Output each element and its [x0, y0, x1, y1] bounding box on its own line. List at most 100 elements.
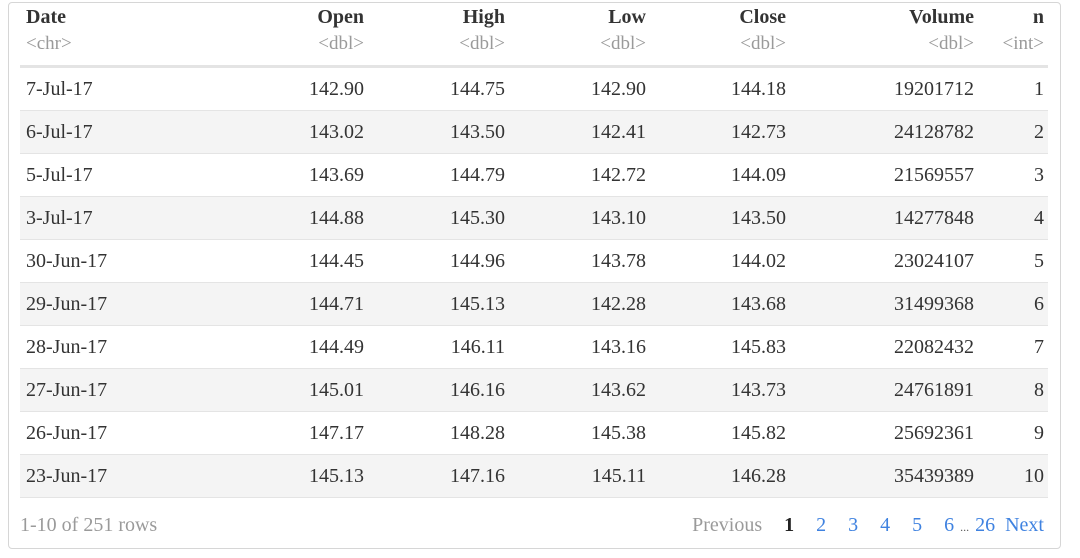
cell-low: 143.10 [513, 196, 654, 240]
page-2-button[interactable]: 2 [816, 514, 826, 537]
page-6-button[interactable]: 6 [944, 514, 954, 537]
cell-date: 26-Jun-17 [20, 411, 230, 455]
table-row: 3-Jul-17 144.88 145.30 143.10 143.50 14277848… [20, 196, 1048, 240]
cell-volume: 24761891 [794, 368, 982, 412]
cell-volume: 35439389 [794, 454, 982, 498]
table-row: 27-Jun-17 145.01 146.16 143.62 143.73 2476189… [20, 368, 1048, 412]
column-header-open: Open <dbl> [230, 6, 372, 67]
column-header-date: Date <chr> [20, 6, 230, 67]
cell-n: 8 [982, 368, 1048, 412]
cell-open: 144.45 [230, 239, 372, 283]
cell-open: 144.49 [230, 325, 372, 369]
cell-low: 143.78 [513, 239, 654, 283]
table-row: 28-Jun-17 144.49 146.11 143.16 145.83 2208243… [20, 325, 1048, 369]
column-header-close: Close <dbl> [654, 6, 794, 67]
cell-n: 7 [982, 325, 1048, 369]
table-row: 30-Jun-17 144.45 144.96 143.78 144.02 2302410… [20, 239, 1048, 283]
cell-high: 144.96 [372, 239, 513, 283]
cell-close: 146.28 [654, 454, 794, 498]
cell-close: 142.73 [654, 110, 794, 154]
cell-date: 29-Jun-17 [20, 282, 230, 326]
table-footer: 1-10 of 251 rows Previous 1 2 3 4 5 6 ..… [20, 514, 1048, 542]
cell-low: 143.16 [513, 325, 654, 369]
column-header-n: n <int> [982, 6, 1048, 67]
cell-high: 146.11 [372, 325, 513, 369]
column-name: High [462, 6, 505, 28]
cell-date: 28-Jun-17 [20, 325, 230, 369]
cell-n: 9 [982, 411, 1048, 455]
page-26-button[interactable]: 26 [975, 514, 995, 537]
next-button[interactable]: Next [1005, 514, 1044, 537]
column-name: Low [608, 6, 646, 28]
cell-high: 145.13 [372, 282, 513, 326]
cell-low: 142.72 [513, 153, 654, 197]
table-row: 7-Jul-17 142.90 144.75 142.90 144.18 19201712… [20, 66, 1048, 111]
page-4-button[interactable]: 4 [880, 514, 890, 537]
column-name: n [1032, 6, 1044, 28]
cell-volume: 25692361 [794, 411, 982, 455]
previous-button[interactable]: Previous [692, 514, 762, 537]
cell-n: 4 [982, 196, 1048, 240]
cell-high: 146.16 [372, 368, 513, 412]
cell-date: 7-Jul-17 [20, 66, 230, 111]
cell-volume: 24128782 [794, 110, 982, 154]
cell-low: 145.11 [513, 454, 654, 498]
row-count-info: 1-10 of 251 rows [20, 514, 158, 536]
cell-open: 143.02 [230, 110, 372, 154]
cell-date: 30-Jun-17 [20, 239, 230, 283]
column-type: <dbl> [459, 33, 505, 54]
table-row: 23-Jun-17 145.13 147.16 145.11 146.28 3543938… [20, 454, 1048, 498]
cell-close: 144.18 [654, 66, 794, 111]
cell-low: 142.41 [513, 110, 654, 154]
cell-n: 5 [982, 239, 1048, 283]
cell-low: 143.62 [513, 368, 654, 412]
cell-date: 27-Jun-17 [20, 368, 230, 412]
cell-low: 142.90 [513, 66, 654, 111]
column-type: <int> [1002, 33, 1045, 54]
pagination-ellipsis: ... [960, 520, 970, 534]
table-row: 5-Jul-17 143.69 144.79 142.72 144.09 21569557… [20, 153, 1048, 197]
cell-high: 144.79 [372, 153, 513, 197]
cell-n: 10 [982, 454, 1048, 498]
cell-n: 3 [982, 153, 1048, 197]
cell-volume: 19201712 [794, 66, 982, 111]
page-3-button[interactable]: 3 [848, 514, 858, 537]
cell-high: 144.75 [372, 66, 513, 111]
column-type: <dbl> [928, 33, 974, 54]
table-row: 26-Jun-17 147.17 148.28 145.38 145.82 2569236… [20, 411, 1048, 455]
cell-close: 144.02 [654, 239, 794, 283]
cell-volume: 23024107 [794, 239, 982, 283]
cell-open: 145.01 [230, 368, 372, 412]
cell-open: 143.69 [230, 153, 372, 197]
cell-high: 143.50 [372, 110, 513, 154]
column-header-volume: Volume <dbl> [794, 6, 982, 67]
column-type: <chr> [26, 33, 72, 54]
page-1-button[interactable]: 1 [784, 514, 794, 537]
cell-date: 6-Jul-17 [20, 110, 230, 154]
cell-high: 147.16 [372, 454, 513, 498]
cell-open: 147.17 [230, 411, 372, 455]
cell-close: 143.50 [654, 196, 794, 240]
cell-volume: 14277848 [794, 196, 982, 240]
cell-high: 148.28 [372, 411, 513, 455]
cell-low: 145.38 [513, 411, 654, 455]
pagination: Previous 1 2 3 4 5 6 ... 26 Next [692, 514, 1044, 537]
column-header-high: High <dbl> [372, 6, 513, 67]
cell-date: 23-Jun-17 [20, 454, 230, 498]
cell-close: 143.68 [654, 282, 794, 326]
cell-close: 144.09 [654, 153, 794, 197]
cell-close: 143.73 [654, 368, 794, 412]
cell-open: 144.71 [230, 282, 372, 326]
cell-open: 145.13 [230, 454, 372, 498]
column-name: Open [317, 6, 364, 28]
column-name: Volume [909, 6, 974, 28]
page-5-button[interactable]: 5 [912, 514, 922, 537]
cell-low: 142.28 [513, 282, 654, 326]
cell-open: 144.88 [230, 196, 372, 240]
column-name: Date [26, 6, 66, 28]
cell-close: 145.83 [654, 325, 794, 369]
column-type: <dbl> [318, 33, 364, 54]
table-row: 6-Jul-17 143.02 143.50 142.41 142.73 24128782… [20, 110, 1048, 154]
cell-n: 6 [982, 282, 1048, 326]
table-row: 29-Jun-17 144.71 145.13 142.28 143.68 3149936… [20, 282, 1048, 326]
